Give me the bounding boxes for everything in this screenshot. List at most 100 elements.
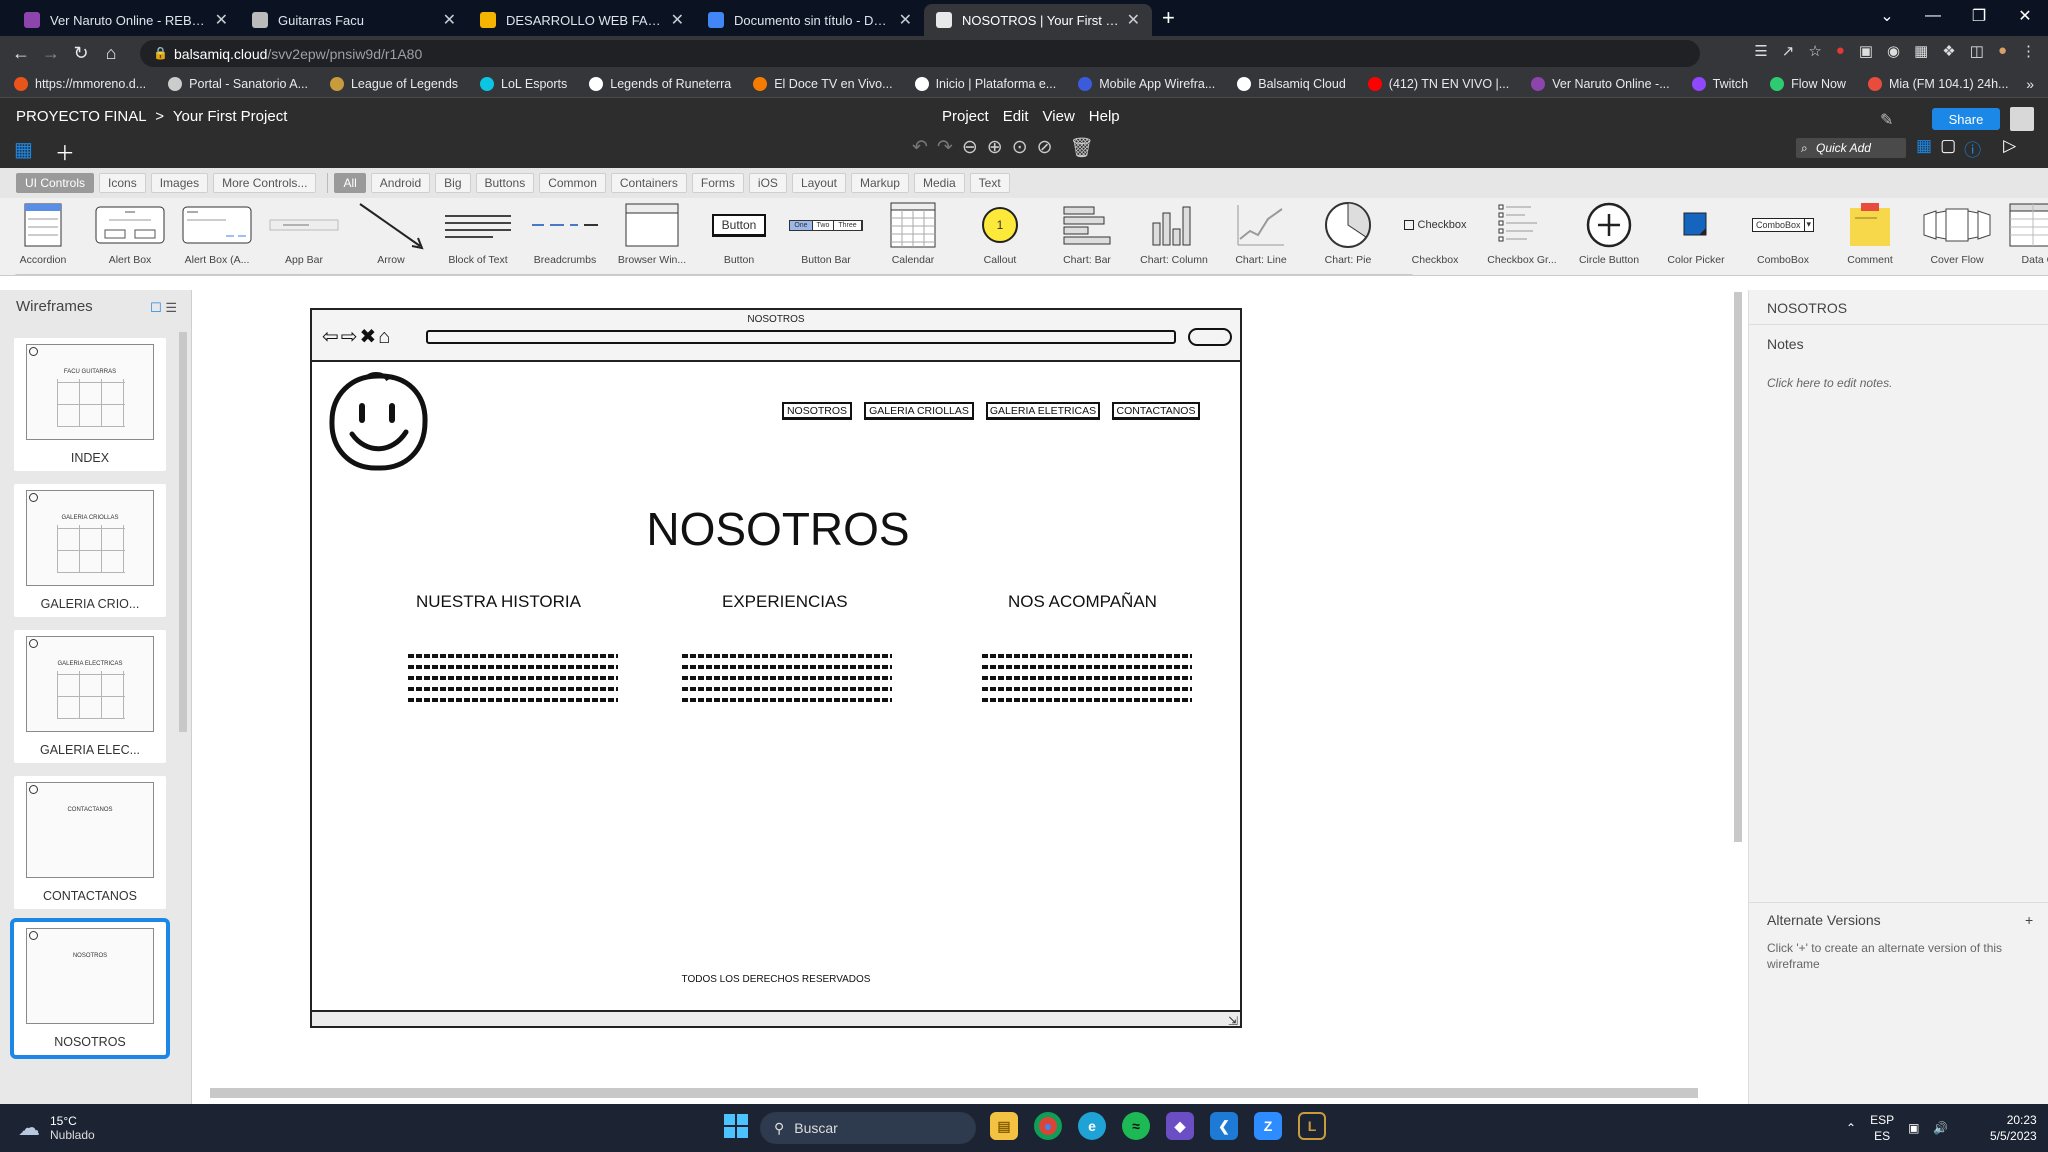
wireframe-thumbnail[interactable]: FACU GUITARRAS INDEX (14, 338, 166, 471)
wf-nav-nosotros[interactable]: NOSOTROS (782, 402, 852, 420)
canvas-vertical-scrollbar[interactable] (1734, 292, 1742, 842)
library-tab-ui-controls[interactable]: UI Controls (16, 173, 95, 193)
zoom-in-icon[interactable]: ⊕ (987, 136, 1003, 160)
filter-tab-containers[interactable]: Containers (610, 173, 687, 193)
menu-project[interactable]: Project (942, 108, 989, 125)
browser-menu-icon[interactable]: ⋮ (2021, 42, 2036, 60)
library-control-chart-bar[interactable]: Chart: Bar (1044, 200, 1130, 266)
library-control-chart-line[interactable]: Chart: Line (1218, 200, 1304, 266)
share-button[interactable]: Share (1932, 108, 2000, 130)
close-window-icon[interactable]: ✕ (2002, 0, 2048, 32)
league-client-icon[interactable]: L (1298, 1112, 1326, 1140)
home-icon[interactable]: ⌂ (96, 43, 126, 64)
library-control-cover-flow[interactable]: Cover Flow (1914, 200, 2000, 266)
bookmark-item[interactable]: Mobile App Wirefra... (1078, 76, 1215, 91)
restore-icon[interactable]: ❐ (1956, 0, 2002, 32)
bookmark-item[interactable]: Portal - Sanatorio A... (168, 76, 308, 91)
taskbar-search[interactable]: ⚲ Buscar (760, 1112, 976, 1144)
library-control-button[interactable]: Button Button (696, 200, 782, 266)
library-tab-images[interactable]: Images (150, 173, 209, 193)
volume-icon[interactable]: 🔊 (1933, 1121, 1948, 1135)
notes-edit-hint[interactable]: Click here to edit notes. (1767, 376, 1892, 390)
library-control-checkbox[interactable]: Checkbox Checkbox (1392, 200, 1478, 266)
trash-icon[interactable]: 🗑 (1070, 136, 1094, 160)
library-control-alert-box-a[interactable]: Alert Box (A... (174, 200, 260, 266)
tab-close-icon[interactable]: ✕ (215, 10, 228, 30)
profile-avatar-icon[interactable]: ● (1998, 42, 2007, 60)
browser-tab[interactable]: Ver Naruto Online - REBELISPLUS ✕ (12, 4, 240, 36)
bookmark-item[interactable]: El Doce TV en Vivo... (753, 76, 893, 91)
wf-footer-text[interactable]: TODOS LOS DERECHOS RESERVADOS (312, 974, 1240, 985)
quick-add-input[interactable]: Quick Add (1796, 138, 1906, 158)
filter-tab-android[interactable]: Android (370, 173, 431, 193)
wireframes-toggle-icon[interactable]: ▦ (14, 137, 33, 166)
smiley-logo[interactable] (326, 370, 430, 474)
wireframe-thumbnail[interactable]: GALERIA CRIOLLAS GALERIA CRIO... (14, 484, 166, 617)
extension-globe-icon[interactable]: ◉ (1887, 42, 1900, 60)
sidepanel-icon[interactable]: ◫ (1970, 42, 1984, 60)
library-scrollbar[interactable] (14, 274, 1414, 275)
library-control-calendar[interactable]: Calendar (870, 200, 956, 266)
bookmark-item[interactable]: Legends of Runeterra (589, 76, 731, 91)
tab-search-icon[interactable]: ⌄ (1864, 0, 1910, 32)
vscode-icon[interactable]: ❮ (1210, 1112, 1238, 1140)
tab-close-icon[interactable]: ✕ (671, 10, 684, 30)
back-icon[interactable]: ← (6, 43, 36, 64)
tray-overflow-icon[interactable]: ⌃ (1846, 1121, 1856, 1135)
library-control-callout[interactable]: 1 Callout (957, 200, 1043, 266)
filter-tab-ios[interactable]: iOS (748, 173, 787, 193)
language-sub-label[interactable]: ES (1870, 1128, 1894, 1144)
library-control-checkbox-gr[interactable]: Checkbox Gr... (1479, 200, 1565, 266)
library-control-arrow[interactable]: Arrow (348, 200, 434, 266)
filter-tab-media[interactable]: Media (913, 173, 965, 193)
bookmark-item[interactable]: (412) TN EN VIVO |... (1367, 76, 1509, 91)
filter-tab-all[interactable]: All (334, 173, 366, 193)
weather-widget[interactable]: ☁ 15°C Nublado (18, 1114, 95, 1142)
filter-tab-text[interactable]: Text (969, 173, 1010, 193)
share-page-icon[interactable]: ↗ (1782, 42, 1795, 60)
wf-section-nuestra-historia[interactable]: NUESTRA HISTORIA (416, 592, 581, 612)
add-alternate-version-button[interactable]: + (2025, 912, 2033, 928)
language-label[interactable]: ESP (1870, 1112, 1894, 1128)
wf-nav-galeria-electricas[interactable]: GALERIA ELETRICAS (986, 402, 1100, 420)
library-control-combobox[interactable]: ComboBox ▾ ComboBox (1740, 200, 1826, 266)
start-button[interactable] (724, 1114, 748, 1138)
reload-icon[interactable]: ↻ (66, 43, 96, 64)
menu-view[interactable]: View (1043, 108, 1075, 125)
edit-pencil-icon[interactable]: ✎ (1880, 110, 1893, 130)
tab-close-icon[interactable]: ✕ (1127, 10, 1140, 30)
extensions-puzzle-icon[interactable]: ❖ (1942, 42, 1955, 60)
library-tab-icons[interactable]: Icons (99, 173, 146, 193)
extension-grid-icon[interactable]: ▦ (1914, 42, 1928, 60)
wireframe-thumbnail[interactable]: GALERIA ELECTRICAS GALERIA ELEC... (14, 630, 166, 763)
zoom-actual-icon[interactable]: ⊘ (1037, 136, 1053, 160)
bookmark-item[interactable]: Inicio | Plataforma e... (914, 76, 1056, 91)
bookmark-item[interactable]: Ver Naruto Online -... (1531, 76, 1670, 91)
translate-icon[interactable]: ☰ (1754, 42, 1767, 60)
library-control-app-bar[interactable]: App Bar (261, 200, 347, 266)
lock-icon[interactable]: 🔒 (153, 46, 168, 60)
bookmark-item[interactable]: LoL Esports (480, 76, 567, 91)
browser-tab[interactable]: Guitarras Facu ✕ (240, 4, 468, 36)
undo-icon[interactable]: ↶ (912, 136, 928, 160)
menu-help[interactable]: Help (1089, 108, 1120, 125)
tab-close-icon[interactable]: ✕ (443, 10, 456, 30)
canvas-horizontal-scrollbar[interactable] (210, 1088, 1698, 1098)
extension-red-icon[interactable]: ● (1836, 42, 1845, 60)
library-control-block-of-text[interactable]: Block of Text (435, 200, 521, 266)
browser-tab[interactable]: DESARROLLO WEB FACU - Goog ✕ (468, 4, 696, 36)
wireframe-thumbnail[interactable]: NOSOTROS NOSOTROS (10, 918, 170, 1059)
ui-library-icon[interactable]: ▦ (1916, 136, 1932, 161)
forward-icon[interactable]: → (36, 43, 66, 64)
library-control-comment[interactable]: Comment (1827, 200, 1913, 266)
bookmark-star-icon[interactable]: ☆ (1808, 42, 1821, 60)
zoom-app-icon[interactable]: Z (1254, 1112, 1282, 1140)
library-control-breadcrumbs[interactable]: Breadcrumbs (522, 200, 608, 266)
bookmarks-overflow-icon[interactable]: » (2026, 76, 2034, 92)
extension-screen-icon[interactable]: ▣ (1859, 42, 1873, 60)
comments-icon[interactable]: ▢ (1940, 136, 1956, 161)
redo-icon[interactable]: ↷ (937, 136, 953, 160)
wf-section-experiencias[interactable]: EXPERIENCIAS (722, 592, 848, 612)
url-field[interactable]: 🔒 balsamiq.cloud/svv2epw/pnsiw9d/r1A80 (140, 40, 1700, 67)
breadcrumb-project[interactable]: PROYECTO FINAL (16, 108, 146, 125)
